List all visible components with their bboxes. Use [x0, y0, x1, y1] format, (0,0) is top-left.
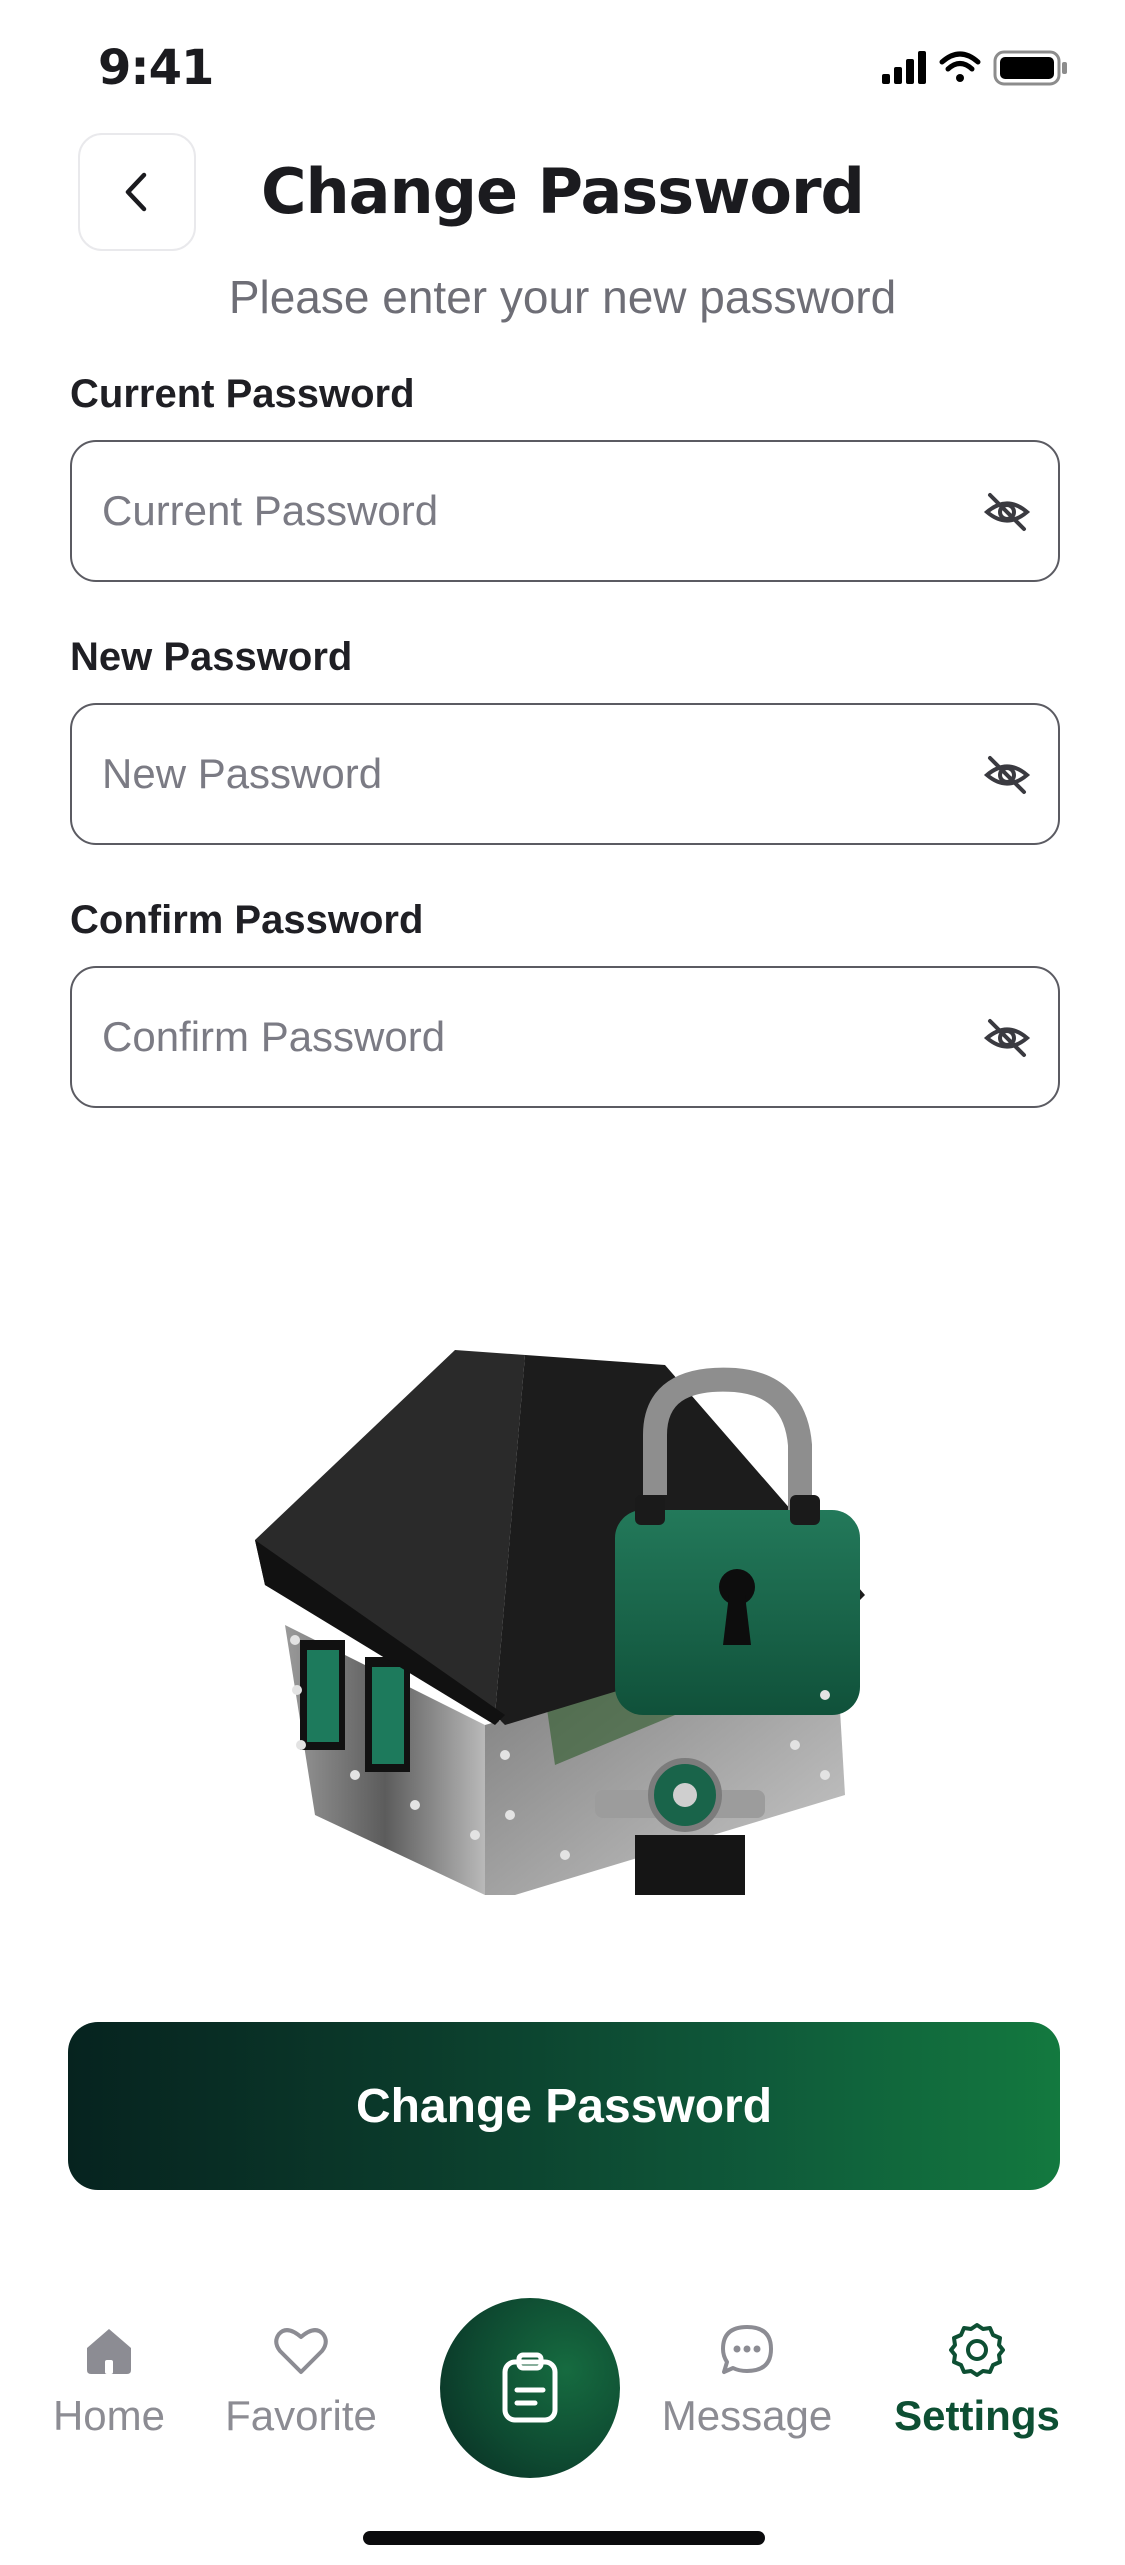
confirm-password-label: Confirm Password	[70, 898, 424, 942]
nav-label-home: Home	[52, 2392, 166, 2439]
page-title: Change Password	[261, 155, 865, 228]
nav-item-settings[interactable]: Settings	[882, 2320, 1072, 2440]
gear-icon	[949, 2323, 1005, 2377]
page-subtitle: Please enter your new password	[228, 271, 897, 323]
home-icon	[87, 2329, 131, 2374]
confirm-password-field[interactable]	[70, 966, 1060, 1108]
eye-off-icon[interactable]	[982, 487, 1032, 537]
new-password-label: New Password	[70, 635, 353, 679]
locked-house-illustration	[255, 1350, 865, 1895]
current-password-field[interactable]	[70, 440, 1060, 582]
nav-label-settings: Settings	[894, 2392, 1060, 2439]
signal-icon	[882, 51, 926, 84]
nav-item-message[interactable]: Message	[657, 2320, 837, 2440]
status-time: 9:41	[98, 40, 214, 96]
nav-label-message: Message	[661, 2392, 833, 2439]
chat-bubble-icon	[721, 2325, 773, 2374]
nav-label-favorite: Favorite	[225, 2392, 377, 2439]
current-password-input[interactable]	[102, 442, 982, 579]
heart-icon	[274, 2328, 328, 2374]
new-password-field[interactable]	[70, 703, 1060, 845]
clipboard-icon	[502, 2352, 558, 2423]
confirm-password-input[interactable]	[102, 968, 982, 1105]
new-password-input[interactable]	[102, 705, 982, 842]
eye-off-icon[interactable]	[982, 1013, 1032, 1063]
nav-item-home[interactable]: Home	[19, 2320, 199, 2440]
home-indicator	[363, 2531, 765, 2545]
center-action-button[interactable]	[440, 2298, 620, 2478]
change-password-button[interactable]: Change Password	[68, 2022, 1060, 2190]
battery-icon	[993, 50, 1067, 86]
nav-item-favorite[interactable]: Favorite	[211, 2320, 391, 2440]
current-password-label: Current Password	[70, 372, 415, 416]
status-icons	[882, 50, 1067, 86]
wifi-icon	[939, 51, 981, 82]
eye-off-icon[interactable]	[982, 750, 1032, 800]
